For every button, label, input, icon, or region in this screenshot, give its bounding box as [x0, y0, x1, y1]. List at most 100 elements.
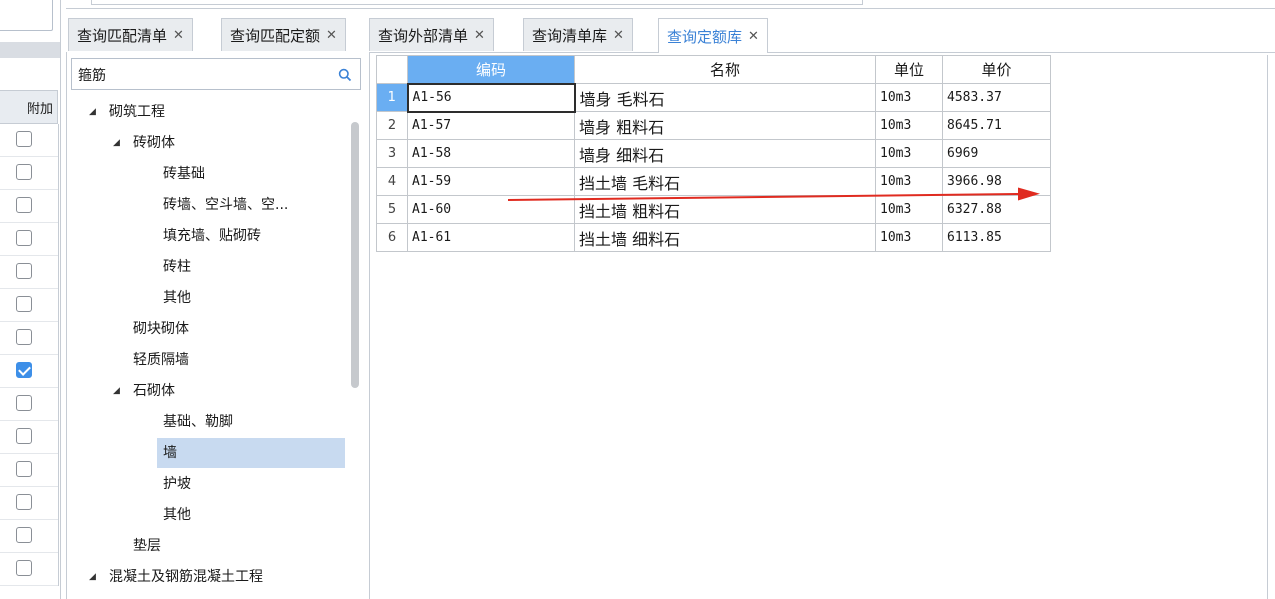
- tab-query-list-library[interactable]: 查询清单库 ✕: [523, 18, 633, 51]
- tree-node[interactable]: 轻质隔墙: [133, 348, 189, 372]
- row-number: 3: [376, 139, 408, 168]
- column-header-code[interactable]: 编码: [407, 55, 575, 84]
- cell-unit[interactable]: 10m3: [875, 83, 943, 112]
- tree-node[interactable]: 护坡: [163, 472, 191, 496]
- table-row[interactable]: 2 A1-57 墙身 粗料石 10m3 8645.71: [376, 111, 1051, 140]
- quota-table: 编码 名称 单位 单价 1 A1-56 墙身 毛料石 10m3 4583.37 2 A1-5…: [376, 55, 1051, 252]
- table-row[interactable]: 6 A1-61 挡土墙 细料石 10m3 6113.85: [376, 223, 1051, 252]
- cell-code[interactable]: A1-56: [406, 82, 576, 113]
- cell-name[interactable]: 墙身 毛料石: [574, 83, 876, 112]
- table-row[interactable]: 1 A1-56 墙身 毛料石 10m3 4583.37: [376, 82, 1051, 113]
- tree-node[interactable]: 其他: [163, 503, 191, 527]
- cell-name[interactable]: 挡土墙 细料石: [574, 223, 876, 252]
- tree-node[interactable]: 砌块砌体: [133, 317, 189, 341]
- tab-query-external-list[interactable]: 查询外部清单 ✕: [369, 18, 494, 51]
- attach-row: [0, 454, 58, 487]
- close-icon[interactable]: ✕: [613, 28, 624, 43]
- tree-node[interactable]: ◢ 石砌体: [113, 379, 175, 403]
- attach-row: [0, 223, 58, 256]
- cell-price[interactable]: 6969: [942, 139, 1051, 168]
- search-input[interactable]: 箍筋: [71, 58, 361, 90]
- expand-triangle-icon[interactable]: ◢: [89, 100, 101, 124]
- tree-node[interactable]: ◢ 砌筑工程: [89, 100, 165, 124]
- cell-unit[interactable]: 10m3: [875, 139, 943, 168]
- close-icon[interactable]: ✕: [748, 29, 759, 44]
- tree-node[interactable]: 砖基础: [163, 162, 205, 186]
- attach-column-header: 附加: [0, 90, 58, 124]
- tree-node[interactable]: 基础、勒脚: [163, 410, 233, 434]
- attach-checkbox[interactable]: [16, 164, 32, 180]
- cell-price[interactable]: 8645.71: [942, 111, 1051, 140]
- attach-checkbox[interactable]: [16, 428, 32, 444]
- tab-bar: 查询匹配清单 ✕ 查询匹配定额 ✕ 查询外部清单 ✕ 查询清单库 ✕ 查询定额库 ✕: [66, 17, 1275, 53]
- column-header-name[interactable]: 名称: [574, 55, 876, 84]
- close-icon[interactable]: ✕: [326, 28, 337, 43]
- attach-checkbox[interactable]: [16, 494, 32, 510]
- table-row[interactable]: 5 A1-60 挡土墙 粗料石 10m3 6327.88: [376, 195, 1051, 224]
- column-header-unit[interactable]: 单位: [875, 55, 943, 84]
- tree-node[interactable]: 填充墙、贴砌砖: [163, 224, 261, 248]
- tree-node-label: 砖墙、空斗墙、空...: [163, 197, 289, 213]
- attach-checkbox[interactable]: [16, 329, 32, 345]
- cell-price[interactable]: 6113.85: [942, 223, 1051, 252]
- row-number: 5: [376, 195, 408, 224]
- attach-checkbox[interactable]: [16, 230, 32, 246]
- attach-checkbox[interactable]: [16, 296, 32, 312]
- cell-price[interactable]: 3966.98: [942, 167, 1051, 196]
- row-number: 4: [376, 167, 408, 196]
- tree-node-label: 填充墙、贴砌砖: [163, 228, 261, 244]
- cell-code[interactable]: A1-58: [407, 139, 575, 168]
- tab-query-matched-quota[interactable]: 查询匹配定额 ✕: [221, 18, 346, 51]
- cell-name[interactable]: 墙身 粗料石: [574, 111, 876, 140]
- tree-node-label: 砖柱: [163, 259, 191, 275]
- tree-node[interactable]: 其他: [163, 286, 191, 310]
- attach-row: [0, 157, 58, 190]
- cell-name[interactable]: 挡土墙 粗料石: [574, 195, 876, 224]
- top-toolbar-edge: [66, 0, 1275, 9]
- expand-triangle-icon[interactable]: ◢: [113, 131, 125, 155]
- tree-node[interactable]: 墙: [157, 438, 345, 468]
- attach-checkbox[interactable]: [16, 362, 32, 378]
- attach-row: [0, 190, 58, 223]
- attach-checkbox[interactable]: [16, 131, 32, 147]
- tree-node[interactable]: 砖墙、空斗墙、空...: [163, 193, 288, 217]
- tab-query-matched-list[interactable]: 查询匹配清单 ✕: [68, 18, 193, 51]
- table-row[interactable]: 3 A1-58 墙身 细料石 10m3 6969: [376, 139, 1051, 168]
- tree-node[interactable]: 垫层: [133, 534, 161, 558]
- tree-node-label: 其他: [163, 507, 191, 523]
- left-top-field[interactable]: [0, 0, 53, 31]
- cell-name[interactable]: 墙身 细料石: [574, 139, 876, 168]
- cell-price[interactable]: 6327.88: [942, 195, 1051, 224]
- cell-name[interactable]: 挡土墙 毛料石: [574, 167, 876, 196]
- cell-unit[interactable]: 10m3: [875, 195, 943, 224]
- cell-price[interactable]: 4583.37: [942, 83, 1051, 112]
- cell-code[interactable]: A1-60: [407, 195, 575, 224]
- cell-unit[interactable]: 10m3: [875, 167, 943, 196]
- tree-node[interactable]: ◢ 混凝土及钢筋混凝土工程: [89, 565, 263, 589]
- table-row[interactable]: 4 A1-59 挡土墙 毛料石 10m3 3966.98: [376, 167, 1051, 196]
- tab-label: 查询匹配定额: [230, 26, 321, 45]
- column-header-price[interactable]: 单价: [942, 55, 1051, 84]
- attach-checkbox[interactable]: [16, 527, 32, 543]
- close-icon[interactable]: ✕: [474, 28, 485, 43]
- expand-triangle-icon[interactable]: ◢: [89, 565, 101, 589]
- cell-unit[interactable]: 10m3: [875, 111, 943, 140]
- cell-code[interactable]: A1-61: [407, 223, 575, 252]
- tree-scrollbar[interactable]: [351, 122, 359, 388]
- attach-checkbox[interactable]: [16, 197, 32, 213]
- cell-code[interactable]: A1-59: [407, 167, 575, 196]
- tree-node[interactable]: 砖柱: [163, 255, 191, 279]
- tree-node-label: 其他: [163, 290, 191, 306]
- cell-unit[interactable]: 10m3: [875, 223, 943, 252]
- tab-label: 查询匹配清单: [77, 26, 168, 45]
- expand-triangle-icon[interactable]: ◢: [113, 379, 125, 403]
- cell-code[interactable]: A1-57: [407, 111, 575, 140]
- attach-checkbox[interactable]: [16, 263, 32, 279]
- attach-checkbox[interactable]: [16, 395, 32, 411]
- search-icon[interactable]: [338, 68, 352, 82]
- tab-query-quota-library[interactable]: 查询定额库 ✕: [658, 18, 768, 53]
- attach-checkbox[interactable]: [16, 461, 32, 477]
- close-icon[interactable]: ✕: [173, 28, 184, 43]
- tree-node[interactable]: ◢ 砖砌体: [113, 131, 175, 155]
- attach-checkbox[interactable]: [16, 560, 32, 576]
